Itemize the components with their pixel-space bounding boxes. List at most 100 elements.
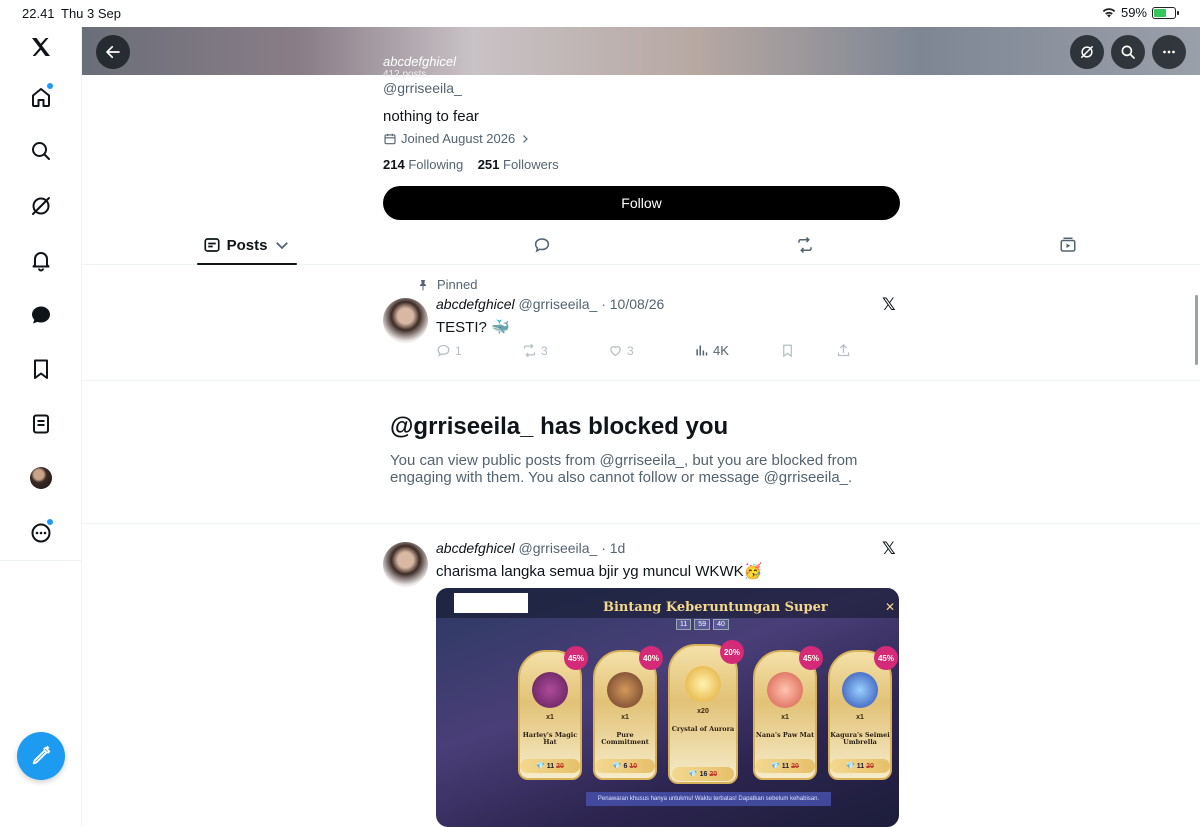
lists-icon[interactable] xyxy=(21,404,61,444)
post-text: charisma langka semua bjir yg muncul WKW… xyxy=(436,563,763,580)
price-old: 20 xyxy=(791,762,799,770)
reply-count: 1 xyxy=(455,343,462,358)
pinned-post-time[interactable]: · 10/08/26 xyxy=(601,296,664,312)
header-post-count: 412 posts xyxy=(383,69,427,80)
following-count: 214 xyxy=(383,157,405,172)
price-new: 6 xyxy=(623,762,628,770)
like-count: 3 xyxy=(627,343,634,358)
item-name: Kagura's Seimei Umbrella xyxy=(830,731,890,746)
chevron-right-icon[interactable] xyxy=(519,133,531,145)
home-icon[interactable] xyxy=(21,77,61,117)
grok-icon[interactable] xyxy=(21,186,61,226)
item-icon xyxy=(607,672,643,708)
tab-replies[interactable] xyxy=(522,225,562,265)
like-button[interactable]: 3 xyxy=(608,343,634,358)
bookmarks-icon[interactable] xyxy=(21,349,61,389)
status-bar: 22.41 Thu 3 Sep 59% xyxy=(0,0,1200,27)
pin-icon xyxy=(420,279,426,290)
item-qty: x1 xyxy=(546,714,554,721)
price-old: 20 xyxy=(556,762,564,770)
compose-button[interactable] xyxy=(17,732,65,780)
post-name[interactable]: abcdefghicel xyxy=(436,540,515,556)
follow-counts: 214 Following 251 Followers xyxy=(383,157,559,172)
item-name: Harley's Magic Hat xyxy=(522,731,578,746)
follow-button[interactable]: Follow xyxy=(383,186,900,220)
game-card: x20 Crystal of Aurora 20% xyxy=(668,640,744,784)
price-new: 11 xyxy=(546,762,555,770)
followers-link[interactable]: 251 Followers xyxy=(478,157,559,172)
x-logo-icon[interactable] xyxy=(21,27,61,67)
tab-posts[interactable]: Posts xyxy=(197,225,297,265)
following-link[interactable]: 214 Following xyxy=(383,157,463,172)
price-old: 10 xyxy=(629,762,638,770)
ellipsis-icon xyxy=(1163,50,1175,54)
grok-button[interactable] xyxy=(1070,35,1104,69)
blocked-title: @grriseeila_ has blocked you xyxy=(390,413,729,440)
pinned-post-actions: 1 3 3 4K xyxy=(436,343,854,363)
posts-icon xyxy=(203,238,220,252)
x-logo-icon: 𝕏 xyxy=(882,295,896,314)
view-count: 4K xyxy=(713,343,729,358)
item-qty: x1 xyxy=(781,714,789,721)
blocked-description: You can view public posts from @grriseei… xyxy=(390,452,858,486)
post-handle[interactable]: @grriseeila_ xyxy=(519,540,598,556)
post-media-image[interactable]: Bintang Keberuntungan Super ✕ 11 59 40 x… xyxy=(436,588,899,827)
game-offer-banner: Penawaran khusus hanya untukmu! Waktu te… xyxy=(586,792,831,806)
item-discount: 45% xyxy=(564,646,588,670)
share-button[interactable] xyxy=(836,343,851,358)
item-icon xyxy=(842,672,878,708)
header-display-name: abcdefghicel xyxy=(383,54,456,69)
repost-button[interactable]: 3 xyxy=(522,343,548,358)
status-time: 22.41 xyxy=(22,6,55,21)
profile-nav-item[interactable] xyxy=(21,458,61,498)
calendar-icon xyxy=(384,133,396,144)
profile-avatar-icon xyxy=(30,467,52,489)
repost-icon xyxy=(798,236,812,254)
item-name: Crystal of Aurora xyxy=(671,725,735,733)
notifications-icon[interactable] xyxy=(21,240,61,280)
tab-reposts[interactable] xyxy=(785,225,825,265)
bookmark-button[interactable] xyxy=(780,343,795,358)
item-price: 💎 11 20 xyxy=(520,759,580,773)
tab-media[interactable] xyxy=(1048,225,1088,265)
pinned-indicator: Pinned xyxy=(417,277,477,292)
messages-icon[interactable] xyxy=(21,295,61,335)
more-icon[interactable] xyxy=(21,513,61,553)
share-icon xyxy=(837,343,850,357)
post-time[interactable]: · 1d xyxy=(601,540,625,556)
item-qty: x1 xyxy=(621,714,629,721)
x-logo-icon: 𝕏 xyxy=(882,539,896,558)
more-options-button[interactable] xyxy=(1152,35,1186,69)
search-button[interactable] xyxy=(1111,35,1145,69)
game-close-icon: ✕ xyxy=(884,600,895,614)
pinned-post-avatar[interactable] xyxy=(383,298,428,343)
scrollbar[interactable] xyxy=(1195,295,1198,365)
chevron-down-icon xyxy=(276,242,289,250)
pinned-post-name[interactable]: abcdefghicel xyxy=(436,296,515,312)
price-new: 11 xyxy=(856,762,865,770)
status-right: 59% xyxy=(1102,5,1179,20)
analytics-icon xyxy=(696,345,708,356)
explore-icon[interactable] xyxy=(21,131,61,171)
redaction-box xyxy=(454,593,528,613)
bookmark-icon xyxy=(783,344,792,358)
views-button[interactable]: 4K xyxy=(694,343,729,358)
timer-seconds: 40 xyxy=(713,619,729,630)
game-timer: 11 59 40 xyxy=(676,619,729,630)
more-notification-dot xyxy=(47,519,53,525)
battery-icon xyxy=(1152,6,1179,19)
post-avatar[interactable] xyxy=(383,542,428,587)
pinned-post-meta: abcdefghicel @grriseeila_ · 10/08/26 xyxy=(436,296,664,312)
item-qty: x1 xyxy=(856,714,864,721)
item-discount: 45% xyxy=(799,646,823,670)
reply-button[interactable]: 1 xyxy=(436,343,462,358)
profile-header-banner: abcdefghicel 412 posts xyxy=(82,27,1200,80)
item-price: 💎 16 20 xyxy=(672,767,734,781)
item-price: 💎 6 10 xyxy=(595,759,655,773)
back-button[interactable] xyxy=(96,35,130,69)
item-icon xyxy=(767,672,803,708)
price-new: 16 xyxy=(699,770,708,778)
profile-joined: Joined August 2026 xyxy=(383,131,531,146)
followers-count: 251 xyxy=(477,157,500,172)
pinned-post-handle[interactable]: @grriseeila_ xyxy=(519,296,598,312)
